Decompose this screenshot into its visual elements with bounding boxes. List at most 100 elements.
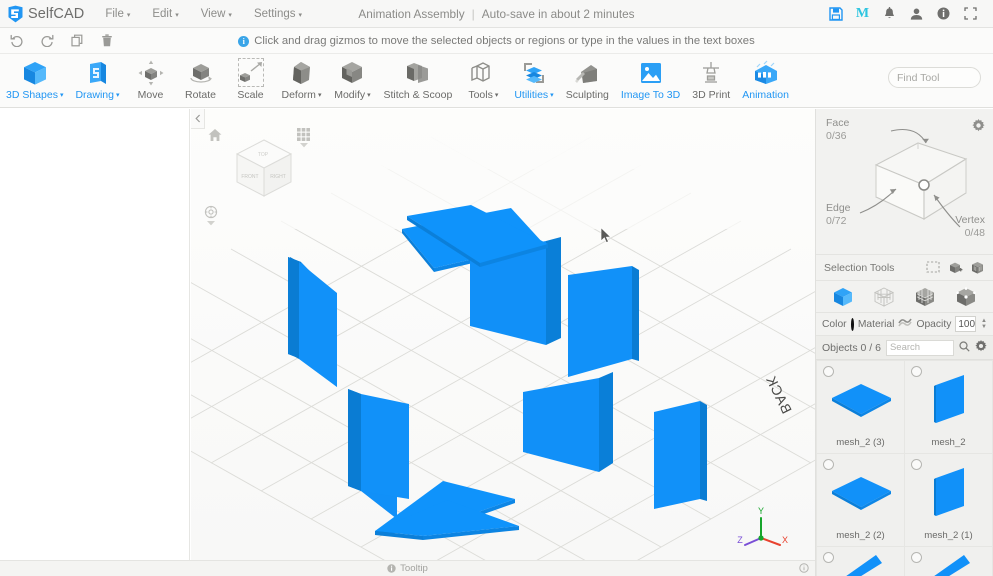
left-panel — [0, 109, 190, 560]
objects-search-box[interactable] — [885, 339, 954, 356]
fullscreen-icon[interactable] — [957, 0, 984, 28]
object-select-radio[interactable] — [911, 366, 922, 377]
viewport-home-button[interactable] — [208, 128, 222, 142]
tool-move[interactable]: Move — [126, 54, 176, 108]
settings-gear-icon[interactable] — [972, 119, 985, 137]
status-info-icon[interactable] — [799, 560, 809, 576]
object-select-radio[interactable] — [823, 552, 834, 563]
menu-edit-label: Edit — [152, 7, 173, 20]
save-icon[interactable] — [822, 0, 849, 28]
tool-image-to-3d[interactable]: Image To 3D — [615, 54, 686, 108]
notifications-bell-icon[interactable] — [876, 0, 903, 28]
tool-utilities-label: Utilities ▾ — [514, 89, 554, 101]
stepper-down-icon[interactable]: ▼ — [981, 324, 987, 330]
tool-move-label: Move — [137, 89, 164, 101]
redo-button[interactable] — [32, 28, 62, 54]
user-account-icon[interactable] — [903, 0, 930, 28]
face-mode-icon[interactable] — [912, 286, 938, 308]
main-toolbar: 3D Shapes▾ Drawing▾ Move Rotate Scale — [0, 54, 993, 108]
material-label: Material — [857, 318, 895, 330]
object-select-radio[interactable] — [823, 459, 834, 470]
menu-settings[interactable]: Settings ▾ — [243, 0, 313, 28]
opacity-stepper[interactable]: ▲ ▼ — [981, 318, 987, 330]
menu-file-label: File — [105, 7, 124, 20]
notification-bar: i Click and drag gizmos to move the sele… — [0, 28, 993, 54]
menu-view[interactable]: View ▾ — [190, 0, 243, 28]
undo-button[interactable] — [2, 28, 32, 54]
menu-edit[interactable]: Edit ▾ — [141, 0, 189, 28]
selection-tools-row: Selection Tools — [816, 254, 993, 280]
object-card[interactable]: mesh_2 — [905, 361, 992, 453]
viewport-3d[interactable]: BACK TOP FRONT RIGHT Y X Z — [191, 109, 815, 560]
document-title: Animation Assembly — [358, 7, 465, 21]
objects-settings-icon[interactable] — [975, 339, 987, 357]
vertex-mode-icon[interactable] — [953, 286, 979, 308]
tool-drawing[interactable]: Drawing ▾ — [69, 54, 125, 108]
search-icon[interactable] — [959, 339, 970, 357]
selection-mode-row — [816, 280, 993, 312]
tool-deform[interactable]: Deform ▾ — [276, 54, 328, 108]
status-bar: Tooltip — [0, 560, 815, 576]
3d-print-icon — [697, 57, 725, 88]
tool-3d-shapes[interactable]: 3D Shapes ▾ — [0, 54, 69, 108]
brand: SelfCAD — [0, 5, 94, 23]
tool-animation[interactable]: Animation — [736, 54, 795, 108]
object-card[interactable]: mesh_2 (2) — [817, 454, 904, 546]
info-icon[interactable] — [930, 0, 957, 28]
selection-tools-label: Selection Tools — [824, 261, 895, 274]
object-card[interactable] — [905, 547, 992, 576]
object-card[interactable] — [817, 547, 904, 576]
object-mode-icon[interactable] — [830, 286, 856, 308]
chevron-down-icon: ▾ — [115, 92, 120, 99]
material-icon[interactable] — [898, 315, 913, 333]
tool-tools-label: Tools ▾ — [468, 89, 499, 101]
add-selection-icon[interactable] — [948, 261, 963, 275]
object-select-radio[interactable] — [823, 366, 834, 377]
viewport-settings-button[interactable] — [204, 205, 218, 226]
chevron-down-icon: ▾ — [317, 92, 322, 99]
selection-box-diagram — [859, 128, 968, 228]
stitch-scoop-icon — [404, 57, 432, 88]
copy-button[interactable] — [62, 28, 92, 54]
right-panel: Face 0/36 Edge 0/72 Vertex 0/48 Selectio… — [815, 109, 993, 576]
rectangle-select-icon[interactable] — [926, 260, 941, 275]
wireframe-mode-icon[interactable] — [871, 286, 897, 308]
rotate-icon — [187, 57, 215, 88]
object-name: mesh_2 — [931, 437, 966, 448]
object-select-radio[interactable] — [911, 459, 922, 470]
tool-3d-print[interactable]: 3D Print — [686, 54, 736, 108]
find-tool-box[interactable] — [888, 67, 993, 88]
tool-tools[interactable]: Tools ▾ — [458, 54, 508, 108]
chevron-down-icon: ▾ — [228, 11, 232, 19]
object-select-radio[interactable] — [911, 552, 922, 563]
object-name: mesh_2 (1) — [924, 530, 973, 541]
delete-button[interactable] — [92, 28, 122, 54]
tool-scale[interactable]: Scale — [226, 54, 276, 108]
tool-stitch-scoop[interactable]: Stitch & Scoop — [377, 54, 458, 108]
navigation-cube[interactable]: TOP FRONT RIGHT — [229, 134, 299, 204]
viewport-grid-toggle[interactable] — [297, 128, 310, 148]
top-icon-group: M — [822, 0, 993, 28]
invert-selection-icon[interactable] — [970, 261, 985, 275]
tool-modify[interactable]: Modify ▾ — [327, 54, 377, 108]
tool-3d-print-label: 3D Print — [692, 89, 731, 101]
object-card[interactable]: mesh_2 (1) — [905, 454, 992, 546]
object-card[interactable]: mesh_2 (3) — [817, 361, 904, 453]
menu-file[interactable]: File ▾ — [94, 0, 141, 28]
edge-selection-label: Edge 0/72 — [826, 202, 851, 227]
tool-utilities[interactable]: Utilities ▾ — [508, 54, 559, 108]
viewport-collapse-button[interactable] — [191, 109, 205, 129]
objects-search-input[interactable] — [889, 342, 950, 353]
tool-image-to-3d-label: Image To 3D — [620, 89, 681, 101]
magic-m-icon[interactable]: M — [849, 0, 876, 28]
color-swatch[interactable] — [850, 317, 854, 331]
find-tool-input[interactable] — [897, 71, 993, 84]
opacity-input[interactable]: 100 — [955, 316, 977, 332]
chevron-down-icon: ▾ — [59, 92, 64, 99]
tool-sculpting[interactable]: Sculpting — [560, 54, 615, 108]
tool-rotate[interactable]: Rotate — [176, 54, 226, 108]
tool-3d-shapes-label: 3D Shapes ▾ — [6, 89, 64, 101]
chevron-down-icon: ▾ — [126, 11, 131, 19]
chevron-down-icon: ▾ — [367, 92, 371, 99]
svg-text:X: X — [782, 535, 788, 545]
